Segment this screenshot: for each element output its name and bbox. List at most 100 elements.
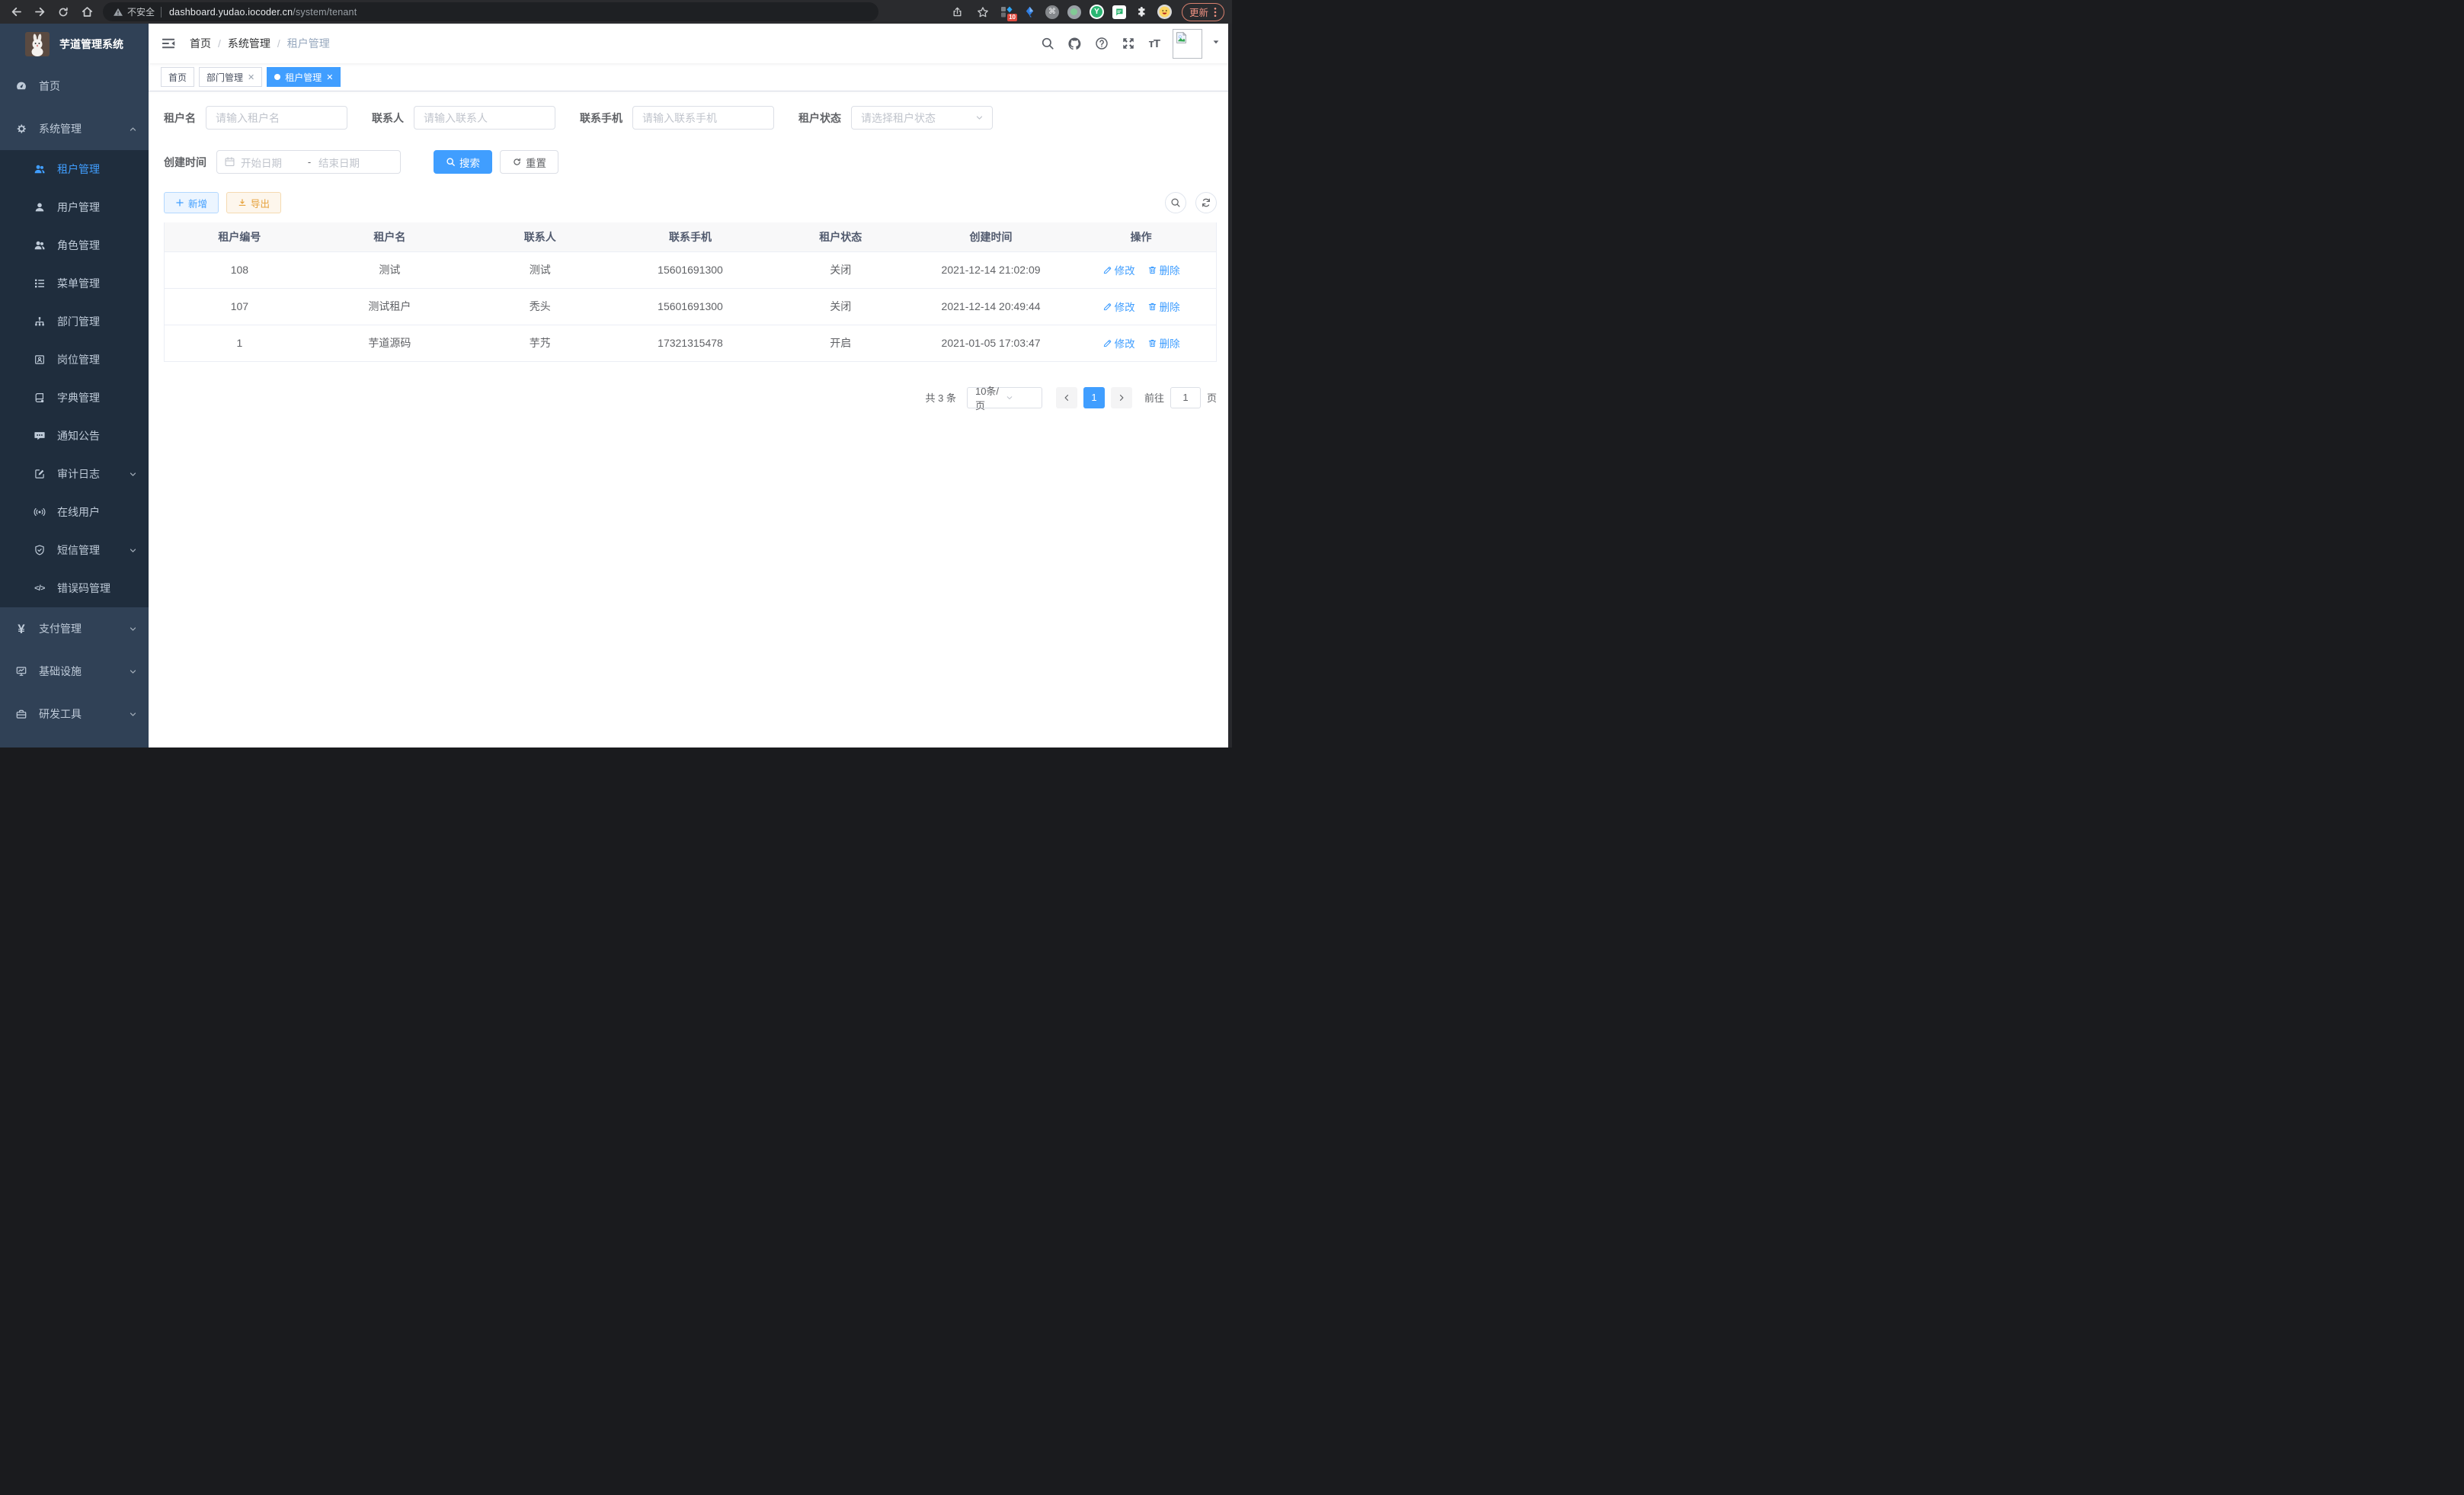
audit-icon xyxy=(33,468,46,480)
sidebar-item-pay[interactable]: ¥支付管理 xyxy=(0,607,149,650)
filter-label: 联系手机 xyxy=(580,110,622,126)
close-icon[interactable]: ✕ xyxy=(248,72,254,82)
extension-tabs-icon[interactable]: 10 xyxy=(1000,5,1014,19)
forward-icon[interactable] xyxy=(31,4,48,21)
tag-部门管理[interactable]: 部门管理✕ xyxy=(199,67,262,87)
post-icon xyxy=(33,354,46,366)
sidebar-item-user[interactable]: 用户管理 xyxy=(0,188,149,226)
cell-mobile: 15601691300 xyxy=(615,288,765,325)
delete-link[interactable]: 删除 xyxy=(1147,299,1180,314)
sidebar-item-audit[interactable]: 审计日志 xyxy=(0,455,149,493)
tag-label: 租户管理 xyxy=(285,71,322,84)
sidebar-item-tenant[interactable]: 租户管理 xyxy=(0,150,149,188)
delete-link[interactable]: 删除 xyxy=(1147,335,1180,351)
table-tools xyxy=(1165,192,1217,213)
delete-icon xyxy=(1147,302,1157,312)
search-button[interactable]: 搜索 xyxy=(434,150,492,174)
extension-green-dot-icon[interactable] xyxy=(1067,5,1081,19)
edit-link[interactable]: 修改 xyxy=(1102,335,1135,351)
sidebar-item-home[interactable]: 首页 xyxy=(0,65,149,107)
navbar-right: ᴛT xyxy=(1041,29,1221,59)
sidebar-fold-icon[interactable] xyxy=(160,35,177,52)
next-page-button[interactable] xyxy=(1111,387,1132,408)
breadcrumb-item[interactable]: 首页 xyxy=(190,36,211,51)
extensions-puzzle-icon[interactable] xyxy=(1134,5,1149,19)
browser-update-button[interactable]: 更新 xyxy=(1182,3,1224,21)
security-label[interactable]: 不安全 xyxy=(127,5,155,18)
filter-field: 联系人 xyxy=(372,106,555,130)
header-search-icon[interactable] xyxy=(1041,37,1054,50)
tag-租户管理[interactable]: 租户管理 ✕ xyxy=(267,67,341,87)
sidebar-item-dict[interactable]: 字典管理 xyxy=(0,379,149,417)
sidebar-item-sms[interactable]: 短信管理 xyxy=(0,531,149,569)
sidebar-item-tools[interactable]: 研发工具 xyxy=(0,693,149,735)
profile-avatar-icon[interactable] xyxy=(1157,5,1172,19)
delete-link[interactable]: 删除 xyxy=(1147,262,1180,277)
tag-label: 首页 xyxy=(168,71,187,84)
sidebar-item-infra[interactable]: 基础设施 xyxy=(0,650,149,693)
filter-field: 租户状态请选择租户状态 xyxy=(798,106,993,130)
close-icon[interactable]: ✕ xyxy=(326,72,333,82)
font-size-icon[interactable]: ᴛT xyxy=(1148,37,1160,50)
extension-chat-icon[interactable] xyxy=(1112,5,1126,19)
sidebar-item-label: 系统管理 xyxy=(39,121,82,136)
page-number-button[interactable]: 1 xyxy=(1083,387,1105,408)
refresh-table-icon[interactable] xyxy=(1195,192,1217,213)
sidebar-item-post[interactable]: 岗位管理 xyxy=(0,341,149,379)
filter-create-time: 创建时间 开始日期 - 结束日期 xyxy=(164,150,401,174)
home-icon[interactable] xyxy=(78,4,95,21)
breadcrumb-item[interactable]: 系统管理 xyxy=(228,36,270,51)
show-search-toggle-icon[interactable] xyxy=(1165,192,1186,213)
help-icon[interactable] xyxy=(1095,37,1109,50)
sidebar-item-notice[interactable]: 通知公告 xyxy=(0,417,149,455)
filter-input[interactable] xyxy=(632,106,774,130)
security-warning-icon[interactable] xyxy=(113,7,123,18)
prev-page-button[interactable] xyxy=(1056,387,1077,408)
goto-page: 前往 页 xyxy=(1144,387,1217,408)
tag-首页[interactable]: 首页 xyxy=(161,67,194,87)
filter-input[interactable] xyxy=(206,106,347,130)
goto-page-input[interactable] xyxy=(1170,387,1201,408)
extension-command-icon[interactable]: ⌘ xyxy=(1045,5,1059,19)
dashboard-icon xyxy=(14,80,28,92)
bookmark-star-icon[interactable] xyxy=(974,4,991,21)
total-count: 共 3 条 xyxy=(926,390,956,405)
page-unit-label: 页 xyxy=(1207,390,1217,405)
cell-created: 2021-12-14 21:02:09 xyxy=(916,251,1066,288)
sidebar-item-errcode[interactable]: </>错误码管理 xyxy=(0,569,149,607)
column-header: 租户状态 xyxy=(766,222,916,251)
sidebar-item-role[interactable]: 角色管理 xyxy=(0,226,149,264)
app-title: 芋道管理系统 xyxy=(59,37,123,52)
fullscreen-icon[interactable] xyxy=(1122,37,1135,50)
share-icon[interactable] xyxy=(949,4,966,21)
extension-kite-icon[interactable] xyxy=(1022,5,1037,19)
url-text[interactable]: dashboard.yudao.iocoder.cn/system/tenant xyxy=(169,7,357,18)
add-button[interactable]: 新增 xyxy=(164,192,219,213)
sidebar-item-system[interactable]: 系统管理 xyxy=(0,107,149,150)
filter-input[interactable] xyxy=(414,106,555,130)
github-icon[interactable] xyxy=(1067,37,1082,51)
dict-icon xyxy=(33,392,46,404)
sidebar-logo[interactable]: 芋道管理系统 xyxy=(0,24,149,65)
sidebar-item-menu[interactable]: 菜单管理 xyxy=(0,264,149,303)
sidebar-menu: 首页系统管理租户管理用户管理角色管理菜单管理部门管理岗位管理字典管理通知公告审计… xyxy=(0,65,149,735)
avatar-caret-icon[interactable] xyxy=(1211,37,1221,50)
status-select[interactable]: 请选择租户状态 xyxy=(851,106,993,130)
reset-button[interactable]: 重置 xyxy=(500,150,558,174)
export-button[interactable]: 导出 xyxy=(226,192,281,213)
chevron-down-icon xyxy=(128,709,138,719)
sidebar-item-online[interactable]: 在线用户 xyxy=(0,493,149,531)
edit-link[interactable]: 修改 xyxy=(1102,299,1135,314)
user-icon xyxy=(33,201,46,213)
cell-mobile: 15601691300 xyxy=(615,251,765,288)
page-size-select[interactable]: 10条/页 xyxy=(967,387,1042,408)
sidebar-item-dept[interactable]: 部门管理 xyxy=(0,303,149,341)
edit-link[interactable]: 修改 xyxy=(1102,262,1135,277)
user-avatar[interactable] xyxy=(1173,29,1202,59)
date-range-picker[interactable]: 开始日期 - 结束日期 xyxy=(216,150,401,174)
extension-y-icon[interactable]: Y xyxy=(1090,5,1104,19)
reload-icon[interactable] xyxy=(55,4,72,21)
kebab-menu-icon xyxy=(1214,7,1217,18)
address-bar[interactable]: 不安全 dashboard.yudao.iocoder.cn/system/te… xyxy=(103,2,878,21)
back-icon[interactable] xyxy=(8,4,24,21)
